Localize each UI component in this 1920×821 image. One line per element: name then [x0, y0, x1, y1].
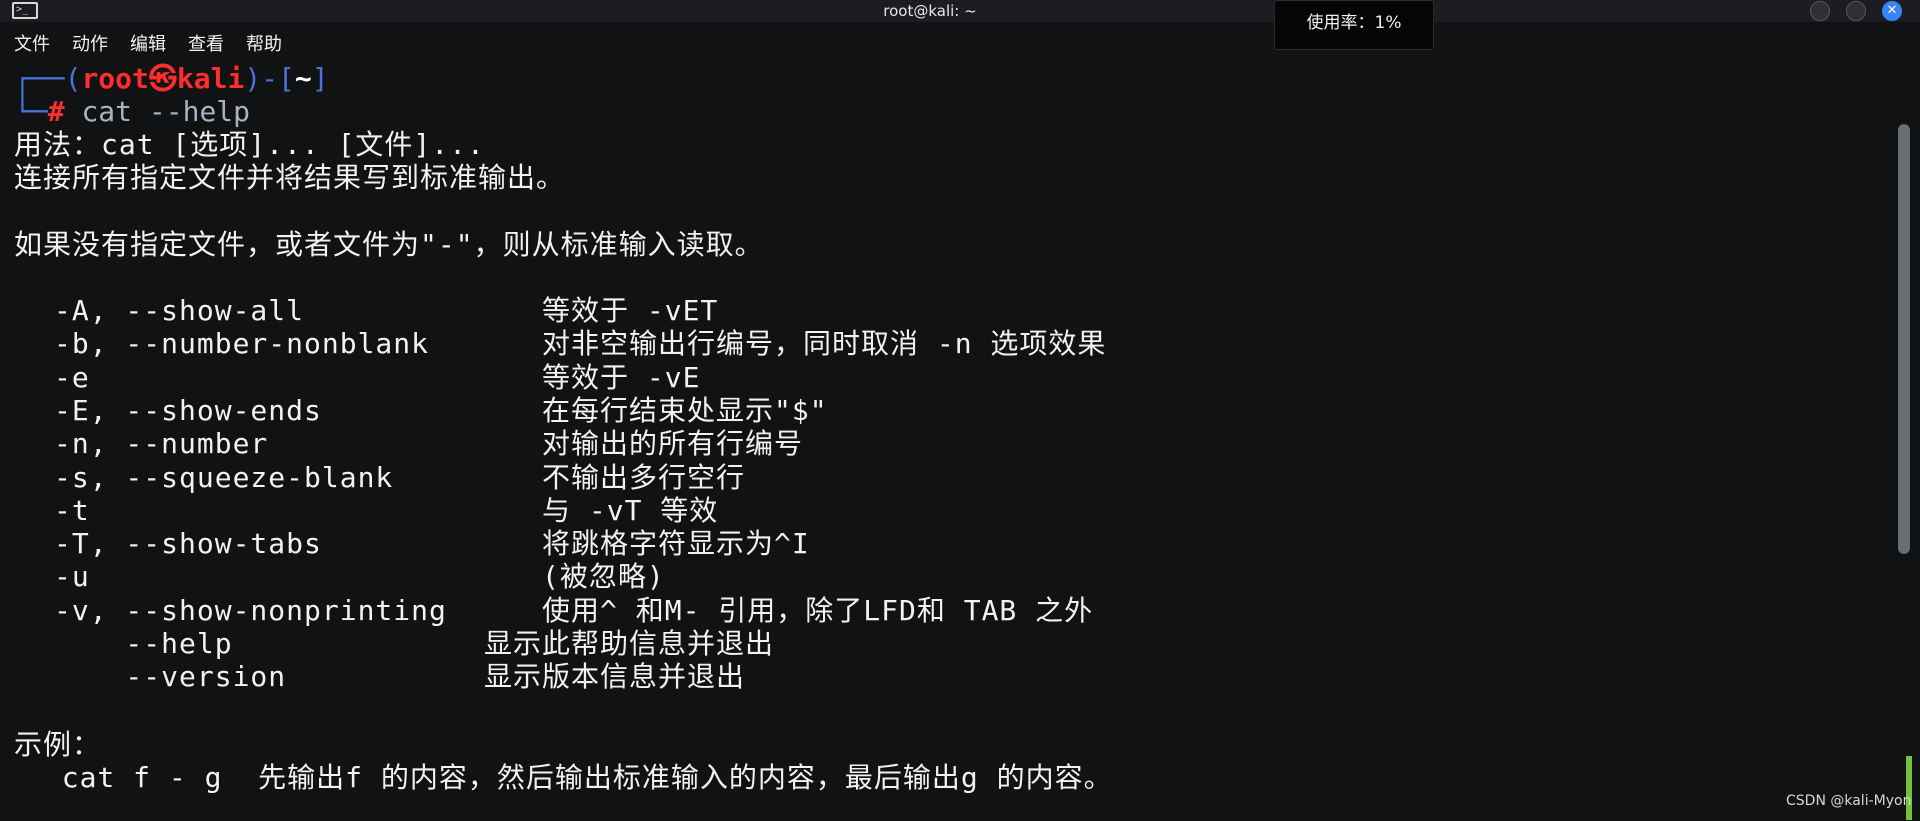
terminal-area[interactable]: ┌──(root㉿kali)-[~] └─# cat --help 用法：cat… [14, 62, 1894, 821]
option-flag: -b, --number-nonblank [54, 327, 430, 361]
description-line: 连接所有指定文件并将结果写到标准输出。 [14, 161, 566, 194]
option-description: 与 -vT 等效 [542, 493, 719, 527]
usage-line: 用法：cat [选项]... [文件]... [14, 128, 485, 161]
menu-view[interactable]: 查看 [188, 30, 224, 56]
title-bar: >_ root@kali: ~ ✕ [0, 0, 1920, 22]
stdin-note-line: 如果没有指定文件，或者文件为"-"，则从标准输入读取。 [14, 228, 764, 261]
prompt-line: ┌──(root㉿kali)-[~] [14, 62, 329, 95]
option-flag: -E, --show-ends [54, 393, 322, 427]
option-flag: --version [54, 660, 287, 694]
option-flag: -u [54, 560, 90, 594]
prompt-directory: ~ [294, 62, 312, 95]
examples-header: 示例： [14, 728, 102, 761]
menu-actions[interactable]: 动作 [72, 30, 108, 56]
option-description: 显示版本信息并退出 [484, 660, 746, 694]
option-description: 对非空输出行编号，同时取消 -n 选项效果 [542, 327, 1107, 361]
option-flag: -t [54, 493, 90, 527]
menu-edit[interactable]: 编辑 [130, 30, 166, 56]
prompt-at-symbol: ㉿ [148, 62, 177, 95]
menu-bar: 文件 动作 编辑 查看 帮助 [0, 24, 1914, 62]
option-flag: --help [54, 627, 233, 660]
example-line: cat f - g 先输出f 的内容，然后输出标准输入的内容，最后输出g 的内容… [26, 761, 1113, 794]
option-description: 使用^ 和M- 引用，除了LFD和 TAB 之外 [542, 593, 1094, 627]
option-description: 显示此帮助信息并退出 [484, 627, 775, 660]
menu-help[interactable]: 帮助 [246, 30, 282, 56]
resize-handle[interactable] [1906, 756, 1912, 820]
option-flag: -n, --number [54, 427, 269, 461]
close-button[interactable]: ✕ [1882, 1, 1902, 21]
option-description: 将跳格字符显示为^I [542, 527, 810, 561]
prompt-hash: # [47, 95, 65, 128]
window-title: root@kali: ~ [883, 2, 977, 20]
minimize-button[interactable] [1810, 1, 1830, 21]
watermark: CSDN @kali-Myon [1786, 793, 1912, 809]
menu-file[interactable]: 文件 [14, 30, 50, 56]
option-description: 等效于 -vE [542, 360, 701, 394]
command-text: cat --help [81, 95, 251, 128]
prompt-user: root [81, 62, 149, 95]
scrollbar[interactable] [1898, 124, 1910, 554]
option-flag: -e [54, 360, 90, 394]
option-description: (被忽略) [542, 560, 665, 594]
command-line: └─# cat --help [14, 95, 251, 128]
option-flag: -s, --squeeze-blank [54, 460, 394, 494]
prompt-host: kali [176, 62, 245, 95]
maximize-button[interactable] [1846, 1, 1866, 21]
option-description: 不输出多行空行 [542, 460, 746, 494]
option-flag: -T, --show-tabs [54, 527, 322, 561]
option-description: 在每行结束处显示"$" [542, 393, 828, 427]
option-description: 等效于 -vET [542, 294, 719, 327]
option-flag: -A, --show-all [54, 294, 305, 327]
option-flag: -v, --show-nonprinting [54, 593, 447, 627]
option-description: 对输出的所有行编号 [542, 427, 804, 461]
